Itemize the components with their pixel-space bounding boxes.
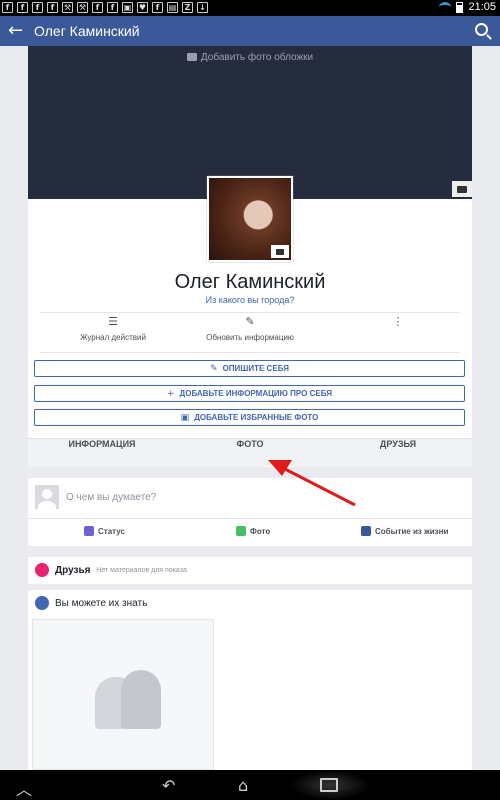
- activity-log-label: Журнал действий: [80, 333, 146, 342]
- cover-camera-button[interactable]: [452, 181, 472, 197]
- divider: [40, 312, 460, 313]
- back-icon[interactable]: ↶: [162, 776, 175, 795]
- camera-icon: [457, 185, 467, 193]
- add-info-button[interactable]: + ДОБАВЬТЕ ИНФОРМАЦИЮ ПРО СЕБЯ: [34, 385, 465, 402]
- photo-label: Фото: [250, 526, 271, 536]
- profile-avatar[interactable]: [207, 176, 293, 262]
- people-you-may-know-title: Вы можете их знать: [55, 598, 148, 609]
- post-composer: О чем вы думаете? Статус Фото Событие из…: [28, 478, 472, 546]
- people-you-may-know-section: Вы можете их знать: [28, 590, 472, 770]
- download-notification-icon: ↓: [197, 2, 208, 13]
- profile-tabs: ИНФОРМАЦИЯ ФОТО ДРУЗЬЯ: [28, 438, 472, 467]
- add-info-label: ДОБАВЬТЕ ИНФОРМАЦИЮ ПРО СЕБЯ: [179, 389, 332, 398]
- notification-icons: f f f f ⚒ ⚒ f f ▣ ♥ f ▤ Z ↓: [2, 2, 208, 13]
- list-icon: ☰: [108, 315, 118, 328]
- describe-yourself-label: ОПИШИТЕ СЕБЯ: [222, 364, 289, 373]
- camera-icon: [186, 53, 197, 61]
- photo-icon: ▣: [180, 412, 190, 423]
- facebook-notification-icon: f: [107, 2, 118, 13]
- pencil-icon: ✎: [210, 363, 218, 374]
- arrow-left-icon[interactable]: ←: [8, 20, 23, 41]
- update-info-label: Обновить информацию: [206, 333, 294, 342]
- tools-notification-icon: ⚒: [77, 2, 88, 13]
- facebook-notification-icon: f: [2, 2, 13, 13]
- add-featured-photos-button[interactable]: ▣ ДОБАВЬТЕ ИЗБРАННЫЕ ФОТО: [34, 409, 465, 426]
- person-silhouette-icon: [121, 670, 161, 729]
- plus-icon: +: [166, 388, 175, 399]
- wifi-icon: [439, 2, 452, 12]
- add-cover-photo-label: Добавить фото обложки: [200, 52, 314, 63]
- people-icon: [35, 596, 49, 610]
- avatar: [35, 485, 59, 509]
- facebook-notification-icon: f: [92, 2, 103, 13]
- profile-name: Олег Каминский: [174, 271, 326, 293]
- divider: [28, 518, 472, 519]
- system-nav-bar: ︿ ↶ ⌂: [0, 770, 500, 800]
- friends-subtitle: · Нет материалов для показа: [92, 567, 187, 574]
- video-camera-icon[interactable]: [271, 245, 289, 258]
- search-icon[interactable]: [475, 23, 488, 36]
- battery-icon: [456, 1, 464, 13]
- friends-section[interactable]: Друзья · Нет материалов для показа: [28, 557, 472, 584]
- home-icon[interactable]: ⌂: [238, 776, 248, 795]
- status-button[interactable]: Статус: [84, 526, 125, 536]
- city-prompt-link[interactable]: Из какого вы города?: [28, 295, 472, 305]
- friends-title: Друзья: [55, 565, 91, 576]
- life-event-label: Событие из жизни: [375, 526, 449, 536]
- life-event-button[interactable]: Событие из жизни: [361, 526, 448, 536]
- more-vertical-icon: ⋮: [392, 315, 404, 328]
- friends-icon: [35, 563, 49, 577]
- chevron-up-icon[interactable]: ︿: [16, 776, 32, 800]
- app-bar: ← Олег Каминский: [0, 16, 500, 46]
- z-notification-icon: Z: [182, 2, 193, 13]
- update-info-button[interactable]: ✎ Обновить информацию: [195, 315, 305, 342]
- camera-icon: [236, 526, 246, 536]
- more-options-button[interactable]: ⋮: [388, 315, 408, 333]
- suggested-person-card[interactable]: [32, 619, 214, 770]
- pencil-square-icon: [84, 526, 94, 536]
- tab-info[interactable]: ИНФОРМАЦИЯ: [28, 439, 176, 467]
- add-cover-photo-link[interactable]: Добавить фото обложки: [28, 52, 472, 63]
- flag-icon: [361, 526, 371, 536]
- facebook-notification-icon: f: [152, 2, 163, 13]
- tab-photos[interactable]: ФОТО: [176, 439, 324, 467]
- divider: [40, 352, 460, 353]
- status-time: 21:05: [468, 1, 496, 13]
- describe-yourself-button[interactable]: ✎ ОПИШИТЕ СЕБЯ: [34, 360, 465, 377]
- page-title: Олег Каминский: [34, 23, 140, 39]
- heart-notification-icon: ♥: [137, 2, 148, 13]
- tab-friends[interactable]: ДРУЗЬЯ: [324, 439, 472, 467]
- status-bar: f f f f ⚒ ⚒ f f ▣ ♥ f ▤ Z ↓ 21:05: [0, 0, 500, 16]
- file-notification-icon: ▤: [167, 2, 178, 13]
- facebook-notification-icon: f: [47, 2, 58, 13]
- person-edit-icon: ✎: [245, 315, 255, 328]
- photo-button[interactable]: Фото: [236, 526, 270, 536]
- recent-apps-icon[interactable]: [320, 778, 338, 792]
- activity-log-button[interactable]: ☰ Журнал действий: [58, 315, 168, 342]
- video-camera-glyph: [276, 248, 284, 255]
- facebook-notification-icon: f: [17, 2, 28, 13]
- facebook-notification-icon: f: [32, 2, 43, 13]
- add-featured-photos-label: ДОБАВЬТЕ ИЗБРАННЫЕ ФОТО: [194, 413, 319, 422]
- tools-notification-icon: ⚒: [62, 2, 73, 13]
- image-notification-icon: ▣: [122, 2, 133, 13]
- status-label: Статус: [98, 526, 125, 536]
- composer-input[interactable]: О чем вы думаете?: [66, 492, 156, 503]
